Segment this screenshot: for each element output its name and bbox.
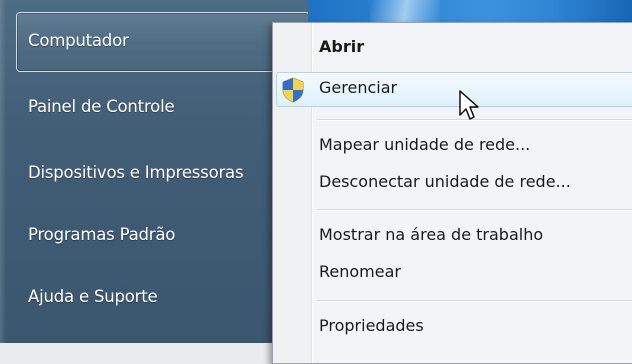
menu-item-abrir[interactable]: Abrir [319,32,364,62]
menu-separator [317,209,632,210]
menu-item-renomear[interactable]: Renomear [319,257,401,287]
start-item-computador[interactable]: Computador [28,31,129,50]
uac-shield-icon [282,77,304,103]
menu-item-mostrar-na-area-de-trabalho[interactable]: Mostrar na área de trabalho [319,220,543,250]
start-item-programas-padrao[interactable]: Programas Padrão [28,225,175,244]
start-item-ajuda-e-suporte[interactable]: Ajuda e Suporte [28,287,158,306]
menu-item-gerenciar[interactable]: Gerenciar [319,73,397,103]
context-menu: Abrir Gerenciar Mapear unidade de rede..… [272,22,632,364]
menu-item-propriedades[interactable]: Propriedades [319,311,424,341]
menu-item-desconectar-unidade-de-rede[interactable]: Desconectar unidade de rede... [319,167,571,197]
menu-separator [317,300,632,301]
arrow-cursor-icon [459,90,479,120]
start-item-dispositivos-e-impressoras[interactable]: Dispositivos e Impressoras [28,163,272,182]
start-item-painel-de-controle[interactable]: Painel de Controle [28,97,175,116]
menu-item-mapear-unidade-de-rede[interactable]: Mapear unidade de rede... [319,130,530,160]
